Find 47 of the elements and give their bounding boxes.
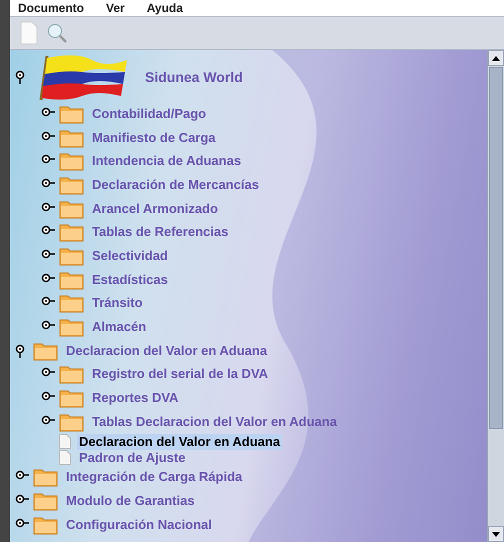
folder-icon bbox=[59, 104, 84, 124]
tree-item[interactable]: Tránsito bbox=[90, 295, 145, 312]
tree-item[interactable]: Reportes DVA bbox=[90, 390, 180, 406]
folder-icon bbox=[33, 467, 58, 488]
folder-icon bbox=[33, 514, 58, 535]
scroll-down-button[interactable] bbox=[488, 526, 504, 542]
tree-item[interactable]: Tablas Declaracion del Valor en Aduana bbox=[90, 414, 339, 430]
caret-up-icon bbox=[492, 56, 500, 60]
folder-icon bbox=[59, 128, 84, 148]
document-icon bbox=[59, 450, 71, 466]
tree-item[interactable]: Contabilidad/Pago bbox=[90, 106, 208, 122]
folder-icon bbox=[59, 222, 84, 242]
menu-item[interactable]: Ayuda bbox=[146, 1, 183, 15]
folder-icon bbox=[59, 174, 84, 195]
tree-item[interactable]: Declaracion del Valor en Aduana bbox=[64, 342, 270, 359]
caret-down-icon bbox=[492, 532, 500, 536]
folder-icon bbox=[59, 151, 84, 172]
folder-icon bbox=[59, 412, 84, 432]
tree-item[interactable]: Arancel Armonizado bbox=[90, 200, 220, 217]
tree-item[interactable]: Padron de Ajuste bbox=[77, 450, 188, 466]
folder-icon bbox=[59, 198, 84, 219]
scroll-up-button[interactable] bbox=[488, 50, 504, 66]
scrollbar-thumb[interactable] bbox=[489, 67, 503, 429]
tree-item[interactable]: Registro del serial de la DVA bbox=[90, 366, 270, 382]
tree-item[interactable]: Almacén bbox=[90, 319, 148, 336]
tree-item[interactable]: Declaración de Mercancías bbox=[90, 176, 261, 193]
folder-icon bbox=[59, 364, 84, 384]
tree-item[interactable]: Modulo de Garantias bbox=[64, 493, 197, 510]
document-icon bbox=[59, 434, 71, 450]
folder-icon bbox=[33, 491, 58, 512]
tree-item[interactable]: Declaracion del Valor en Aduana bbox=[77, 434, 282, 450]
folder-icon bbox=[59, 270, 84, 290]
folder-icon bbox=[59, 388, 84, 408]
tree-item[interactable]: Estadísticas bbox=[90, 272, 170, 288]
tree-item[interactable]: Tablas de Referencias bbox=[90, 224, 230, 240]
tree-item[interactable]: Manifiesto de Carga bbox=[90, 130, 218, 146]
tree-item[interactable]: Sidunea World bbox=[143, 69, 245, 85]
menu-item[interactable]: Documento bbox=[18, 1, 84, 15]
tree-item[interactable]: Selectividad bbox=[90, 248, 170, 264]
folder-icon bbox=[59, 293, 84, 314]
tree-item[interactable]: Integración de Carga Rápida bbox=[64, 469, 244, 486]
tree-item[interactable]: Configuración Nacional bbox=[64, 516, 214, 533]
tree-item[interactable]: Intendencia de Aduanas bbox=[90, 153, 244, 170]
folder-icon bbox=[59, 317, 84, 338]
folder-icon bbox=[59, 246, 84, 266]
menu-item[interactable]: Ver bbox=[106, 1, 125, 15]
folder-icon bbox=[33, 340, 58, 361]
